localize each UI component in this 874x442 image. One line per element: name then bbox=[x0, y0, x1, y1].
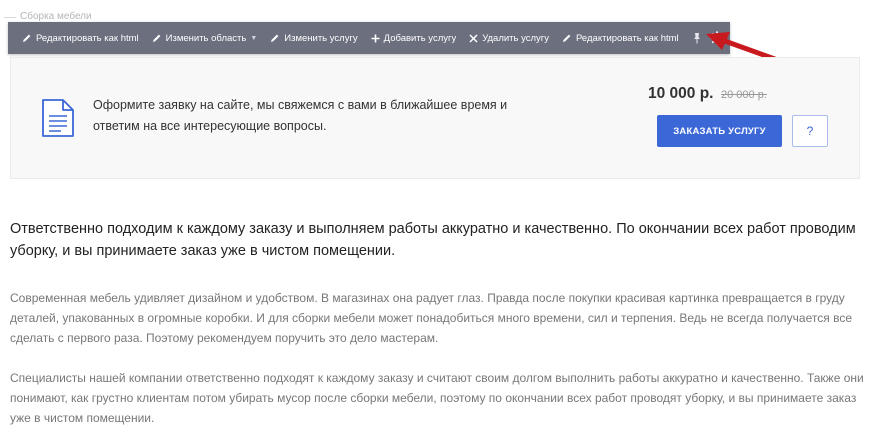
price: 10 000 р. bbox=[648, 85, 714, 102]
edit-html-label-2: Редактировать как html bbox=[576, 32, 679, 44]
order-service-button[interactable]: ЗАКАЗАТЬ УСЛУГУ bbox=[657, 115, 782, 147]
body-paragraph-2: Специалисты нашей компании ответственно … bbox=[10, 371, 864, 425]
admin-toolbar: Редактировать как html Изменить область … bbox=[8, 22, 730, 54]
change-area-button[interactable]: Изменить область ▼ bbox=[152, 32, 258, 44]
old-price: 20 000 р. bbox=[721, 89, 767, 101]
add-service-label: Добавить услугу bbox=[383, 32, 457, 44]
order-panel: Оформите заявку на сайте, мы свяжемся с … bbox=[10, 57, 860, 179]
lead-paragraph: Ответственно подходим к каждому заказу и… bbox=[10, 221, 856, 259]
delete-service-label: Удалить услугу bbox=[482, 32, 550, 44]
delete-service-button[interactable]: Удалить услугу bbox=[469, 33, 549, 44]
add-service-button[interactable]: Добавить услугу bbox=[371, 32, 457, 44]
body-paragraph-1: Современная мебель удивляет дизайном и у… bbox=[10, 291, 852, 345]
pencil-icon bbox=[152, 34, 161, 42]
section-label: Сборка мебели bbox=[20, 11, 92, 22]
document-icon bbox=[42, 99, 74, 137]
change-service-label: Изменить услугу bbox=[284, 32, 358, 44]
pencil-icon bbox=[271, 34, 279, 42]
change-area-label: Изменить область bbox=[165, 32, 247, 44]
plus-icon bbox=[371, 34, 380, 42]
close-icon bbox=[469, 33, 478, 43]
edit-html-button-2[interactable]: Редактировать как html bbox=[562, 33, 679, 44]
question-button[interactable]: ? bbox=[792, 115, 828, 147]
change-service-button[interactable]: Изменить услугу bbox=[270, 32, 358, 44]
order-description: Оформите заявку на сайте, мы свяжемся с … bbox=[93, 98, 508, 133]
pencil-icon bbox=[23, 34, 31, 42]
edit-html-label: Редактировать как html bbox=[36, 32, 139, 44]
section-divider bbox=[4, 17, 16, 18]
chevron-down-icon: ▼ bbox=[250, 34, 258, 42]
pencil-icon bbox=[563, 34, 571, 42]
edit-html-button[interactable]: Редактировать как html bbox=[22, 33, 139, 44]
